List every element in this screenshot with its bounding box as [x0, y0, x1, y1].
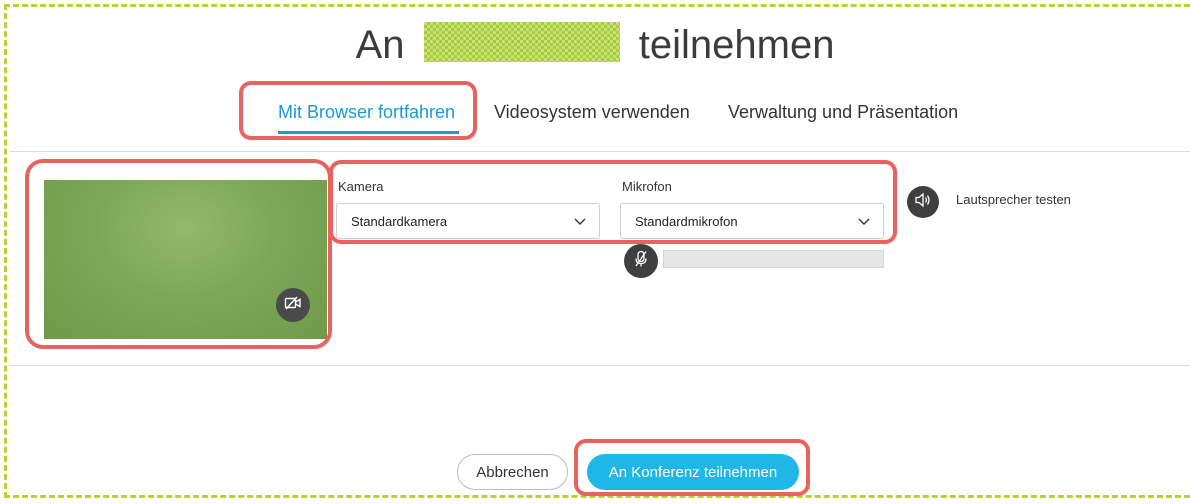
title-suffix: teilnehmen: [638, 23, 835, 67]
camera-label: Kamera: [338, 179, 384, 194]
speaker-test-label[interactable]: Lautsprecher testen: [956, 192, 1071, 207]
microphone-muted-icon: [633, 250, 649, 273]
cancel-button[interactable]: Abbrechen: [457, 454, 568, 490]
title-prefix: An: [355, 23, 405, 67]
speaker-test-button[interactable]: [907, 186, 939, 218]
tab-management-presentation[interactable]: Verwaltung und Präsentation: [728, 102, 958, 123]
redacted-meeting-name: [423, 22, 620, 62]
camera-select-value: Standardkamera: [351, 213, 448, 229]
microphone-label: Mikrofon: [622, 179, 672, 194]
speaker-icon: [914, 192, 932, 213]
page-title: An teilnehmen: [0, 22, 1190, 68]
microphone-select[interactable]: Standardmikrofon: [620, 203, 884, 239]
mic-level-meter: [663, 250, 884, 268]
chevron-down-icon: [573, 214, 587, 231]
video-off-icon: [284, 295, 302, 316]
tab-video-system[interactable]: Videosystem verwenden: [494, 102, 690, 123]
chevron-down-icon: [857, 214, 871, 231]
active-tab-indicator: [278, 131, 459, 134]
divider-bottom: [10, 365, 1190, 366]
join-meeting-button[interactable]: An Konferenz teilnehmen: [587, 454, 799, 490]
microphone-select-value: Standardmikrofon: [635, 213, 738, 229]
tab-browser[interactable]: Mit Browser fortfahren: [278, 102, 455, 123]
divider-top: [10, 151, 1190, 152]
mic-mute-button[interactable]: [624, 244, 658, 278]
camera-toggle-button[interactable]: [276, 288, 310, 322]
camera-select[interactable]: Standardkamera: [336, 203, 600, 239]
